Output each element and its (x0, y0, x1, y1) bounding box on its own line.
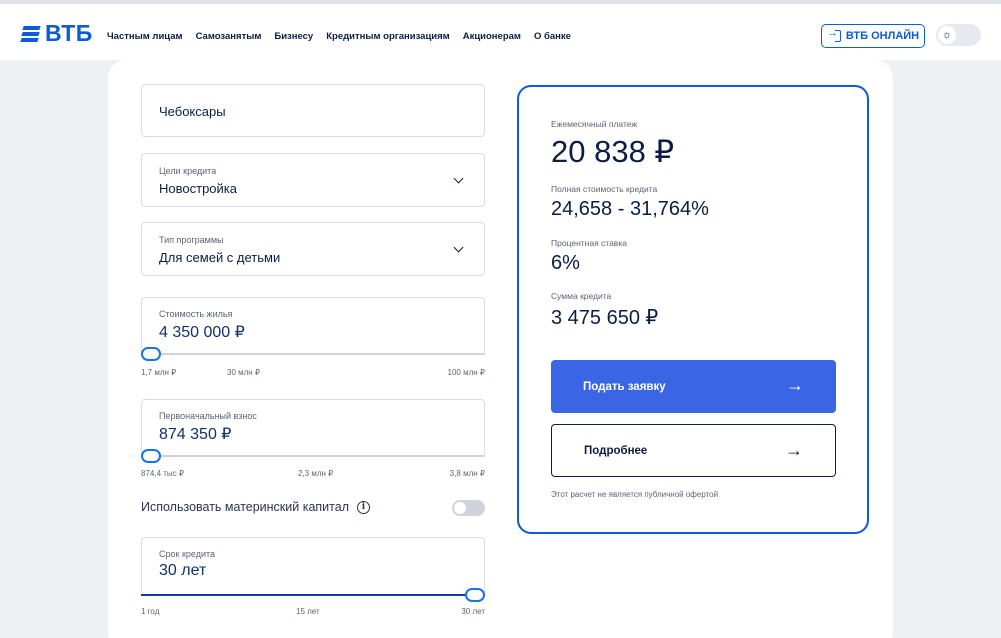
logo-text: ВТБ (45, 20, 93, 46)
loan-term-label: Срок кредита (159, 549, 216, 559)
credit-purpose-value: Новостройка (159, 181, 237, 196)
loan-term-value: 30 лет (159, 562, 207, 579)
toggle-knob (454, 502, 466, 514)
arrow-right-icon: → (786, 375, 804, 395)
main-nav: Частным лицам Самозанятым Бизнесу Кредит… (107, 31, 571, 42)
monthly-payment-value: 20 838 ₽ (551, 134, 675, 169)
details-button-label: Подробнее (584, 444, 648, 457)
credit-purpose-label: Цели кредита (159, 166, 217, 176)
tick-label: 30 млн ₽ (227, 368, 261, 377)
loan-term-field[interactable]: Срок кредита 30 лет (141, 537, 485, 595)
details-button[interactable]: Подробнее → (551, 424, 836, 477)
city-value: Чебоксары (159, 104, 226, 119)
theme-toggle[interactable]: ☼ (936, 24, 981, 46)
tick-label: 100 млн ₽ (447, 368, 485, 377)
vtb-online-button[interactable]: ВТБ ОНЛАЙН (821, 24, 925, 48)
interest-rate-label: Процентная ставка (551, 238, 627, 248)
property-cost-slider-track[interactable] (141, 347, 485, 361)
vtb-logo-icon (20, 25, 41, 42)
maternity-capital-label: Использовать материнский капитал (141, 500, 349, 514)
apply-button-label: Подать заявку (583, 380, 666, 393)
nav-item-self-employed[interactable]: Самозанятым (196, 31, 262, 42)
maternity-capital-row: Использовать материнский капитал i (141, 500, 370, 514)
down-payment-slider-thumb[interactable] (141, 449, 161, 463)
nav-item-business[interactable]: Бизнесу (274, 31, 313, 42)
sun-icon: ☼ (938, 26, 956, 44)
loan-amount-label: Сумма кредита (551, 291, 612, 301)
down-payment-slider-track[interactable] (141, 449, 485, 463)
loan-term-slider-fill (141, 594, 485, 596)
city-field[interactable]: Чебоксары (141, 84, 485, 137)
property-cost-label: Стоимость жилья (159, 309, 233, 319)
full-cost-label: Полная стоимость кредита (551, 184, 658, 194)
top-navigation-bar: ВТБ Частным лицам Самозанятым Бизнесу Кр… (0, 0, 1001, 60)
tick-label: 1 год (141, 607, 160, 616)
nav-item-shareholders[interactable]: Акционерам (463, 31, 521, 42)
chevron-down-icon (453, 173, 464, 184)
down-payment-field[interactable]: Первоначальный взнос 874 350 ₽ (141, 399, 485, 457)
login-icon (827, 27, 841, 42)
tick-label: 1,7 млн ₽ (141, 368, 177, 377)
credit-purpose-select[interactable]: Цели кредита Новостройка (141, 153, 485, 207)
program-type-value: Для семей с детьми (159, 250, 281, 265)
monthly-payment-label: Ежемесячный платеж (551, 119, 638, 129)
calculation-result-panel: Ежемесячный платеж 20 838 ₽ Полная стоим… (517, 85, 869, 534)
tick-label: 30 лет (461, 607, 485, 616)
loan-term-slider-thumb[interactable] (465, 588, 485, 602)
property-cost-field[interactable]: Стоимость жилья 4 350 000 ₽ (141, 297, 485, 355)
chevron-down-icon (453, 242, 464, 253)
nav-item-about[interactable]: О банке (534, 31, 571, 42)
down-payment-value: 874 350 ₽ (159, 426, 232, 443)
full-cost-value: 24,658 - 31,764% (551, 198, 709, 220)
nav-item-credit-organizations[interactable]: Кредитным организациям (326, 31, 449, 42)
offer-disclaimer: Этот расчет не является публичной оферто… (551, 490, 719, 499)
info-icon[interactable]: i (357, 500, 370, 514)
loan-amount-value: 3 475 650 ₽ (551, 307, 659, 329)
apply-button[interactable]: Подать заявку → (551, 360, 836, 413)
vtb-logo[interactable]: ВТБ (20, 20, 93, 47)
interest-rate-value: 6% (551, 252, 580, 274)
program-type-label: Тип программы (159, 235, 224, 245)
tick-label: 3,8 млн ₽ (449, 469, 485, 478)
maternity-capital-toggle[interactable] (452, 500, 485, 516)
loan-term-slider-track[interactable] (141, 588, 485, 602)
nav-item-individuals[interactable]: Частным лицам (107, 31, 183, 42)
property-cost-slider-thumb[interactable] (141, 347, 161, 361)
tick-label: 874,4 тыс ₽ (141, 469, 184, 478)
property-cost-value: 4 350 000 ₽ (159, 324, 245, 341)
program-type-select[interactable]: Тип программы Для семей с детьми (141, 222, 485, 276)
vtb-online-label: ВТБ ОНЛАЙН (845, 30, 920, 42)
down-payment-label: Первоначальный взнос (159, 411, 257, 421)
arrow-right-icon: → (785, 440, 803, 460)
tick-label: 2,3 млн ₽ (298, 469, 334, 478)
tick-label: 15 лет (296, 607, 320, 616)
